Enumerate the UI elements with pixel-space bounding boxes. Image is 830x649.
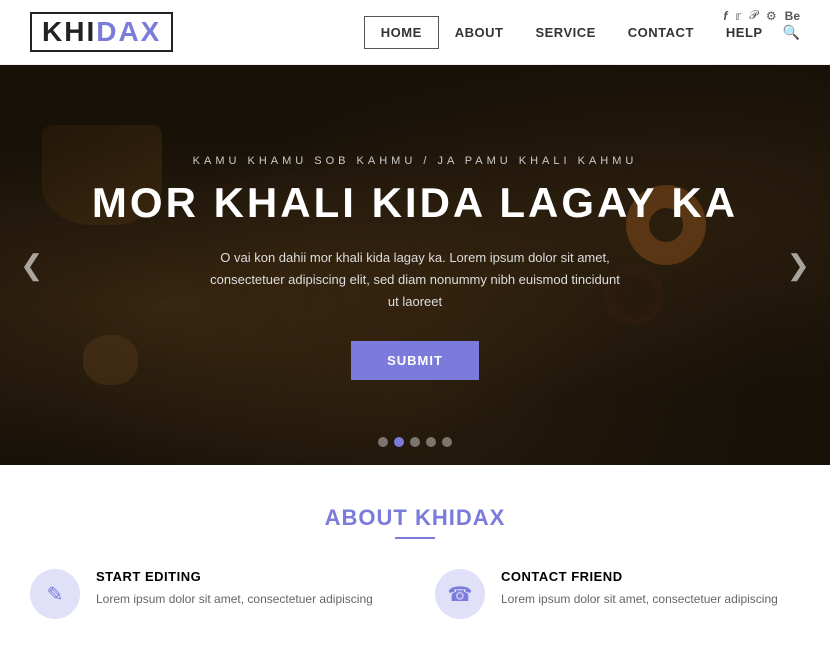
hero-section: KAMU KHAMU SOB KAHMU / JA PAMU KHALI KAH…: [0, 65, 830, 465]
logo[interactable]: KHIDAX: [30, 12, 173, 52]
about-card-editing: ✎ START EDITING Lorem ipsum dolor sit am…: [30, 569, 395, 619]
editing-heading: START EDITING: [96, 569, 373, 584]
about-title-dax: DAX: [456, 505, 505, 530]
next-arrow[interactable]: ❯: [787, 249, 810, 282]
dot-3[interactable]: [410, 437, 420, 447]
about-title: ABOUT KHIDAX: [30, 505, 800, 531]
facebook-icon[interactable]: f: [723, 9, 727, 23]
twitter-icon[interactable]: 𝕣: [735, 9, 741, 23]
logo-dax: DAX: [96, 16, 161, 47]
nav-about[interactable]: ABOUT: [439, 17, 520, 48]
hero-content: KAMU KHAMU SOB KAHMU / JA PAMU KHALI KAH…: [0, 65, 830, 380]
dot-4[interactable]: [426, 437, 436, 447]
carousel-dots: [378, 437, 452, 447]
about-cards: ✎ START EDITING Lorem ipsum dolor sit am…: [30, 569, 800, 619]
editing-text: Lorem ipsum dolor sit amet, consectetuer…: [96, 590, 373, 609]
search-icon[interactable]: 🔍: [783, 24, 800, 41]
hero-description: O vai kon dahii mor khali kida lagay ka.…: [205, 247, 625, 313]
about-title-khi: ABOUT KHI: [325, 505, 456, 530]
header: KHIDAX HOME ABOUT SERVICE CONTACT HELP 🔍: [0, 0, 830, 65]
contact-heading: CONTACT FRIEND: [501, 569, 778, 584]
editing-icon: ✎: [30, 569, 80, 619]
editing-content: START EDITING Lorem ipsum dolor sit amet…: [96, 569, 373, 619]
behance-icon[interactable]: Be: [785, 9, 800, 23]
prev-arrow[interactable]: ❮: [20, 249, 43, 282]
dot-5[interactable]: [442, 437, 452, 447]
contact-icon: ☎: [435, 569, 485, 619]
nav-home[interactable]: HOME: [364, 16, 439, 49]
contact-text: Lorem ipsum dolor sit amet, consectetuer…: [501, 590, 778, 609]
pinterest-icon[interactable]: 𝒫: [749, 8, 758, 23]
hero-subtitle: KAMU KHAMU SOB KAHMU / JA PAMU KHALI KAH…: [0, 155, 830, 167]
about-card-contact: ☎ CONTACT FRIEND Lorem ipsum dolor sit a…: [435, 569, 800, 619]
logo-khi: KHI: [42, 16, 96, 47]
contact-content: CONTACT FRIEND Lorem ipsum dolor sit ame…: [501, 569, 778, 619]
hero-title: MOR KHALI KIDA LAGAY KA: [0, 179, 830, 227]
settings-icon[interactable]: ⚙: [766, 9, 777, 23]
about-underline: [395, 537, 435, 539]
nav-contact[interactable]: CONTACT: [612, 17, 710, 48]
about-section: ABOUT KHIDAX ✎ START EDITING Lorem ipsum…: [0, 465, 830, 649]
submit-button[interactable]: SUBMIT: [351, 341, 479, 380]
dot-2[interactable]: [394, 437, 404, 447]
dot-1[interactable]: [378, 437, 388, 447]
nav-service[interactable]: SERVICE: [519, 17, 611, 48]
